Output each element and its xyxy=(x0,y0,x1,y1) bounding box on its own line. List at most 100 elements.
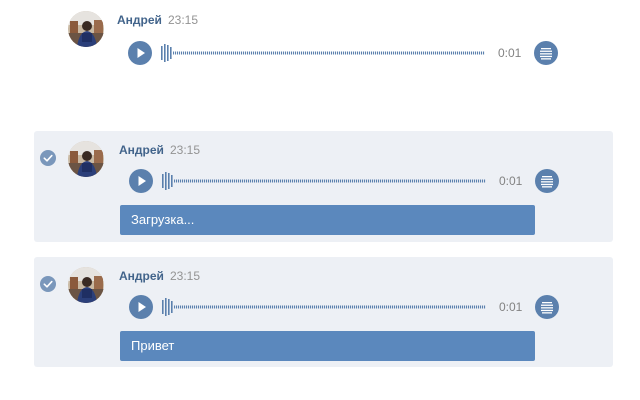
wave-bar xyxy=(366,179,368,183)
audio-duration: 0:01 xyxy=(499,174,523,188)
wave-bar xyxy=(198,305,200,309)
wave-bar xyxy=(216,179,218,183)
wave-bar xyxy=(476,305,478,309)
wave-bar xyxy=(379,51,381,55)
wave-bar xyxy=(301,51,303,55)
play-button[interactable] xyxy=(129,295,153,319)
wave-bar xyxy=(316,305,318,309)
wave-bar xyxy=(410,179,412,183)
transcribe-button[interactable] xyxy=(535,169,559,193)
wave-bar xyxy=(311,51,313,55)
wave-bar xyxy=(418,179,420,183)
wave-bar xyxy=(386,305,388,309)
wave-bar xyxy=(402,305,404,309)
wave-bar xyxy=(421,51,423,55)
play-button[interactable] xyxy=(128,41,152,65)
wave-bar xyxy=(378,305,380,309)
wave-bar xyxy=(418,305,420,309)
wave-bar xyxy=(320,179,322,183)
wave-bar xyxy=(392,305,394,309)
wave-bar xyxy=(162,300,164,314)
wave-bar xyxy=(462,305,464,309)
voice-message[interactable]: Андрей 23:15 0:01 Загрузка... xyxy=(34,131,613,242)
wave-bar xyxy=(252,305,254,309)
wave-bar xyxy=(384,179,386,183)
wave-bar xyxy=(328,305,330,309)
wave-bar xyxy=(321,51,323,55)
wave-bar xyxy=(392,179,394,183)
wave-bar xyxy=(250,305,252,309)
wave-bar xyxy=(210,179,212,183)
wave-bar xyxy=(405,51,407,55)
wave-bar xyxy=(232,179,234,183)
wave-bar xyxy=(477,51,479,55)
wave-bar xyxy=(394,179,396,183)
wave-bar xyxy=(198,179,200,183)
wave-bar xyxy=(466,179,468,183)
wave-bar xyxy=(336,305,338,309)
wave-bar xyxy=(470,305,472,309)
avatar[interactable] xyxy=(68,141,104,177)
wave-bar xyxy=(279,51,281,55)
wave-bar xyxy=(174,179,176,183)
wave-bar xyxy=(278,179,280,183)
wave-bar xyxy=(478,305,480,309)
wave-bar xyxy=(444,179,446,183)
selected-check[interactable] xyxy=(40,276,56,292)
wave-bar xyxy=(420,305,422,309)
selected-check[interactable] xyxy=(40,150,56,166)
transcribe-button[interactable] xyxy=(535,295,559,319)
audio-player: 0:01 xyxy=(128,41,560,65)
wave-bar xyxy=(247,51,249,55)
author-name[interactable]: Андрей xyxy=(119,143,164,157)
author-name[interactable]: Андрей xyxy=(119,269,164,283)
wave-bar xyxy=(362,179,364,183)
wave-bar xyxy=(259,51,261,55)
waveform[interactable] xyxy=(161,297,487,317)
wave-bar xyxy=(484,305,486,309)
waveform[interactable] xyxy=(160,43,486,63)
wave-bar xyxy=(449,51,451,55)
wave-bar xyxy=(348,305,350,309)
message-time: 23:15 xyxy=(168,13,199,27)
voice-message[interactable]: Андрей 23:15 0:01 Привет xyxy=(34,257,613,367)
wave-bar xyxy=(282,179,284,183)
avatar-image xyxy=(68,141,104,177)
wave-bar xyxy=(484,179,486,183)
wave-bar xyxy=(283,51,285,55)
wave-bar xyxy=(313,51,315,55)
wave-bar xyxy=(472,305,474,309)
checkmark-icon xyxy=(43,154,53,162)
wave-bar xyxy=(329,51,331,55)
wave-bar xyxy=(204,305,206,309)
wave-bar xyxy=(424,305,426,309)
wave-bar xyxy=(352,305,354,309)
wave-bar xyxy=(471,51,473,55)
wave-bar xyxy=(338,179,340,183)
wave-bar xyxy=(179,51,181,55)
wave-bar xyxy=(334,305,336,309)
play-button[interactable] xyxy=(129,169,153,193)
wave-bar xyxy=(284,305,286,309)
wave-bar xyxy=(175,51,177,55)
wave-bar xyxy=(180,305,182,309)
wave-bar xyxy=(416,179,418,183)
avatar[interactable] xyxy=(68,11,104,47)
wave-bar xyxy=(264,179,266,183)
waveform[interactable] xyxy=(161,171,487,191)
wave-bar xyxy=(414,305,416,309)
wave-bar xyxy=(374,179,376,183)
wave-bar xyxy=(416,305,418,309)
author-name[interactable]: Андрей xyxy=(117,13,162,27)
wave-bar xyxy=(423,51,425,55)
transcribe-button[interactable] xyxy=(534,41,558,65)
wave-bar xyxy=(300,305,302,309)
wave-bar xyxy=(441,51,443,55)
wave-bar xyxy=(182,179,184,183)
avatar[interactable] xyxy=(68,267,104,303)
wave-bar xyxy=(167,45,169,61)
wave-bar xyxy=(181,51,183,55)
voice-message[interactable]: Андрей 23:15 0:01 xyxy=(36,0,615,92)
wave-bar xyxy=(468,179,470,183)
wave-bar xyxy=(480,305,482,309)
